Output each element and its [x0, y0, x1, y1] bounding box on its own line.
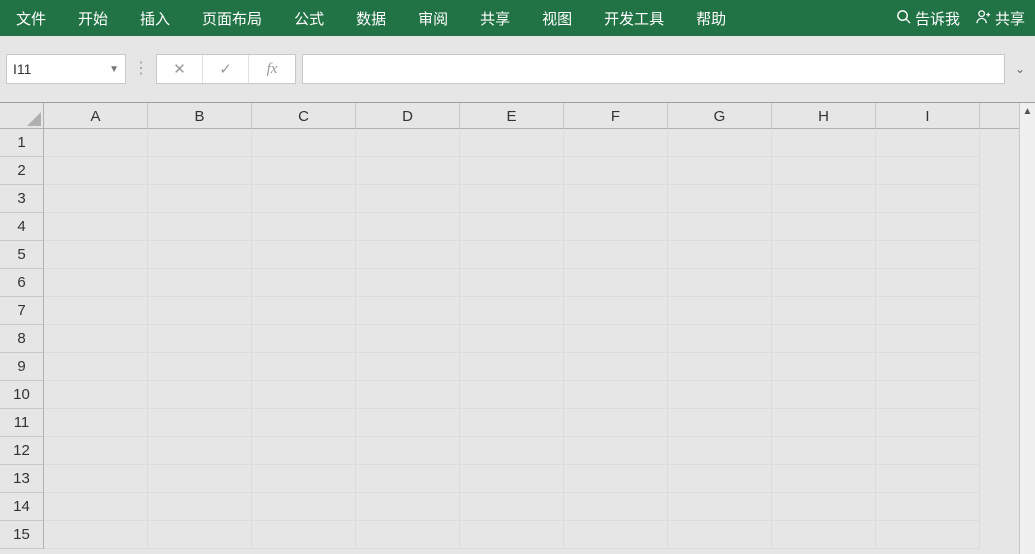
row-header[interactable]: 10	[0, 381, 43, 409]
row-header[interactable]: 5	[0, 241, 43, 269]
tell-me-search[interactable]: 告诉我	[890, 0, 966, 36]
row-header[interactable]: 4	[0, 213, 43, 241]
name-box-value: I11	[13, 61, 31, 77]
ribbon-tab-formula[interactable]: 公式	[278, 0, 340, 36]
formula-input[interactable]	[302, 54, 1005, 84]
vertical-scrollbar[interactable]: ▲	[1019, 103, 1035, 554]
row-header[interactable]: 3	[0, 185, 43, 213]
separator-icon: ⋮	[132, 61, 150, 77]
column-headers: A B C D E F G H I	[44, 103, 1019, 129]
insert-function-button[interactable]: fx	[249, 55, 295, 83]
scroll-up-icon[interactable]: ▲	[1020, 103, 1035, 119]
ribbon-tab-review[interactable]: 审阅	[402, 0, 464, 36]
ribbon-tab-share[interactable]: 共享	[464, 0, 526, 36]
chevron-down-icon: ⌄	[1015, 62, 1025, 76]
name-box-dropdown-icon[interactable]: ▼	[109, 64, 119, 75]
cancel-button[interactable]: ✕	[157, 55, 203, 83]
ribbon-tab-view[interactable]: 视图	[526, 0, 588, 36]
ribbon-tab-data[interactable]: 数据	[340, 0, 402, 36]
row-header[interactable]: 11	[0, 409, 43, 437]
formula-bar-expand-button[interactable]: ⌄	[1011, 62, 1029, 76]
column-header[interactable]: A	[44, 103, 148, 129]
ribbon-tab-dev[interactable]: 开发工具	[588, 0, 680, 36]
cell-grid[interactable]	[44, 129, 1019, 554]
tell-me-label: 告诉我	[915, 8, 960, 29]
fx-icon: fx	[267, 61, 278, 78]
column-header[interactable]: H	[772, 103, 876, 129]
column-header[interactable]: B	[148, 103, 252, 129]
row-headers: 1 2 3 4 5 6 7 8 9 10 11 12 13 14 15	[0, 129, 44, 549]
ribbon-tab-layout[interactable]: 页面布局	[186, 0, 278, 36]
column-header[interactable]: E	[460, 103, 564, 129]
column-header[interactable]: G	[668, 103, 772, 129]
row-header[interactable]: 2	[0, 157, 43, 185]
search-icon	[896, 9, 911, 28]
row-header[interactable]: 15	[0, 521, 43, 549]
name-box[interactable]: I11 ▼	[6, 54, 126, 84]
row-header[interactable]: 7	[0, 297, 43, 325]
select-all-corner[interactable]	[0, 103, 44, 129]
ribbon-tab-help[interactable]: 帮助	[680, 0, 742, 36]
share-button[interactable]: 共享	[966, 0, 1035, 36]
enter-button[interactable]: ✓	[203, 55, 249, 83]
share-icon	[976, 9, 991, 28]
formula-bar: I11 ▼ ⋮ ✕ ✓ fx ⌄	[0, 36, 1035, 103]
row-header[interactable]: 6	[0, 269, 43, 297]
share-label: 共享	[995, 8, 1025, 29]
cancel-icon: ✕	[173, 60, 186, 78]
row-header[interactable]: 13	[0, 465, 43, 493]
column-header[interactable]: C	[252, 103, 356, 129]
spreadsheet: A B C D E F G H I 1 2 3 4 5 6 7 8 9 10 1…	[0, 103, 1035, 554]
ribbon-tab-file[interactable]: 文件	[0, 0, 62, 36]
row-header[interactable]: 8	[0, 325, 43, 353]
select-all-triangle-icon	[25, 110, 43, 128]
column-header[interactable]: I	[876, 103, 980, 129]
formula-buttons: ✕ ✓ fx	[156, 54, 296, 84]
row-header[interactable]: 1	[0, 129, 43, 157]
row-header[interactable]: 12	[0, 437, 43, 465]
column-header[interactable]: F	[564, 103, 668, 129]
ribbon-tab-home[interactable]: 开始	[62, 0, 124, 36]
check-icon: ✓	[219, 60, 232, 78]
column-header[interactable]: D	[356, 103, 460, 129]
ribbon-tab-insert[interactable]: 插入	[124, 0, 186, 36]
ribbon: 文件 开始 插入 页面布局 公式 数据 审阅 共享 视图 开发工具 帮助 告诉我…	[0, 0, 1035, 36]
row-header[interactable]: 9	[0, 353, 43, 381]
row-header[interactable]: 14	[0, 493, 43, 521]
